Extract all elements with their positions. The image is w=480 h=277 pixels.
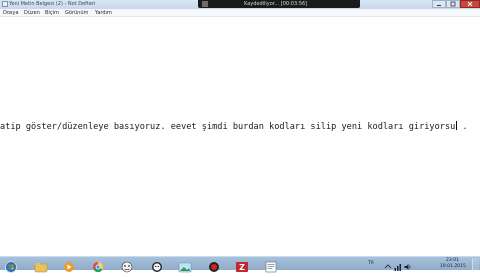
settings-icon[interactable] [332,1,338,16]
maximize-button[interactable] [446,0,460,8]
close-button[interactable] [460,0,480,8]
filezilla-icon[interactable]: Z [233,258,251,272]
anonymous-mask-icon[interactable] [148,258,166,272]
anonymous-mask-icon[interactable] [118,258,136,273]
language-indicator[interactable]: TR [368,257,374,270]
notepad-icon [2,1,8,7]
photo-viewer-icon[interactable] [176,258,194,273]
recording-dot-icon [230,1,236,16]
tray-up-arrow-icon[interactable] [384,258,392,270]
record-icon[interactable] [205,258,223,272]
hosts-file-icon[interactable] [262,258,280,273]
chrome-icon[interactable] [89,258,107,273]
folder-icon[interactable] [32,258,50,273]
editor-trailing-text: . [462,122,468,132]
menu-duzen[interactable]: Düzen [24,9,40,17]
window-title: Yeni Metin Belgesi (2) - Not Defteri [9,1,96,7]
text-caret [456,121,458,130]
stop-icon[interactable] [202,1,208,7]
editor-text-line: atip göster/düzenleye basıyoruz. eevet ş… [0,121,468,133]
recording-status: Kaydediliyor... [00:03:56] [244,1,308,7]
menu-bicim[interactable]: Biçim [45,9,59,17]
volume-icon[interactable] [404,258,412,270]
minimize-button[interactable] [432,0,446,8]
close-recorder-icon[interactable] [344,1,350,16]
pause-icon[interactable] [211,1,217,16]
editor-text: atip göster/düzenleye basıyoruz. eevet ş… [0,122,456,132]
text-editor[interactable]: atip göster/düzenleye basıyoruz. eevet ş… [0,17,480,256]
network-icon[interactable] [394,258,402,271]
start-orb-icon[interactable] [2,258,20,273]
menu-bar: Dosya Düzen Biçim Görünüm Yardım [0,9,480,17]
show-desktop-button[interactable] [472,258,479,270]
media-player-icon[interactable] [60,258,78,272]
svg-text:Z: Z [239,263,245,272]
recorder-bar: Kaydediliyor... [00:03:56] [198,0,360,16]
menu-yardim[interactable]: Yardım [95,9,112,17]
clock-date[interactable]: 19.01.2015 [440,263,466,270]
taskbar: Z TR 23:01 19.01.2015 [0,256,480,273]
menu-gorunum[interactable]: Görünüm [65,9,88,17]
menu-dosya[interactable]: Dosya [3,9,19,17]
camera-icon[interactable] [220,1,226,16]
